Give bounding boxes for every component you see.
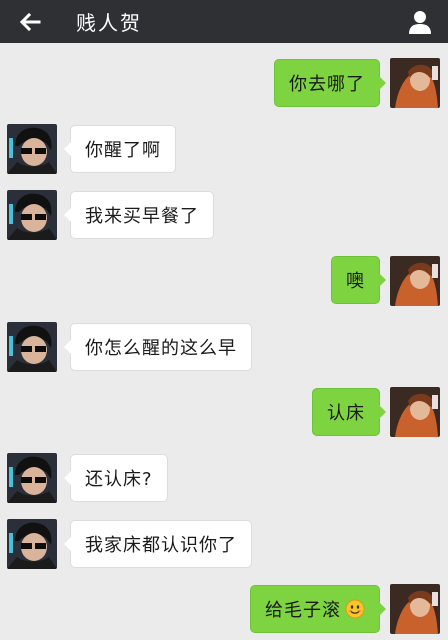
message-bubble-outgoing[interactable]: 给毛子滚 — [250, 585, 386, 633]
my-avatar[interactable] — [390, 58, 440, 108]
message-text: 你怎么醒的这么早 — [85, 338, 237, 359]
message-bubble-incoming[interactable]: 我来买早餐了 — [64, 191, 214, 239]
back-button[interactable] — [8, 0, 52, 43]
my-avatar[interactable] — [390, 256, 440, 306]
arrow-left-icon — [19, 12, 41, 31]
message-text: 我来买早餐了 — [85, 206, 199, 227]
message-bubble-incoming[interactable]: 我家床都认识你了 — [64, 520, 252, 568]
smiley-emoji-icon — [345, 599, 365, 619]
message-bubble-incoming[interactable]: 你怎么醒的这么早 — [64, 323, 252, 371]
profile-button[interactable] — [400, 0, 440, 43]
chat-title: 贱人贺 — [76, 11, 142, 35]
person-icon — [409, 10, 431, 34]
chat-area[interactable]: 你去哪了 你醒了啊 我来买早餐了 噢 你怎么醒的这么早 认床 还认床? 我家床都… — [0, 43, 448, 640]
contact-avatar[interactable] — [7, 190, 57, 240]
contact-avatar[interactable] — [7, 453, 57, 503]
my-avatar[interactable] — [390, 387, 440, 437]
message-bubble-incoming[interactable]: 你醒了啊 — [64, 125, 176, 173]
message-text: 你去哪了 — [289, 74, 365, 95]
message-bubble-outgoing[interactable]: 认床 — [312, 388, 386, 436]
message-text: 我家床都认识你了 — [85, 535, 237, 556]
message-text: 还认床? — [85, 469, 153, 490]
chat-header: 贱人贺 — [0, 0, 448, 43]
message-text: 噢 — [346, 271, 365, 292]
message-bubble-outgoing[interactable]: 你去哪了 — [274, 59, 386, 107]
contact-avatar[interactable] — [7, 519, 57, 569]
contact-avatar[interactable] — [7, 322, 57, 372]
message-text: 你醒了啊 — [85, 140, 161, 161]
message-text: 认床 — [327, 403, 365, 424]
my-avatar[interactable] — [390, 584, 440, 634]
contact-avatar[interactable] — [7, 124, 57, 174]
message-bubble-outgoing[interactable]: 噢 — [331, 256, 386, 304]
message-text: 给毛子滚 — [265, 600, 341, 621]
message-bubble-incoming[interactable]: 还认床? — [64, 454, 168, 502]
